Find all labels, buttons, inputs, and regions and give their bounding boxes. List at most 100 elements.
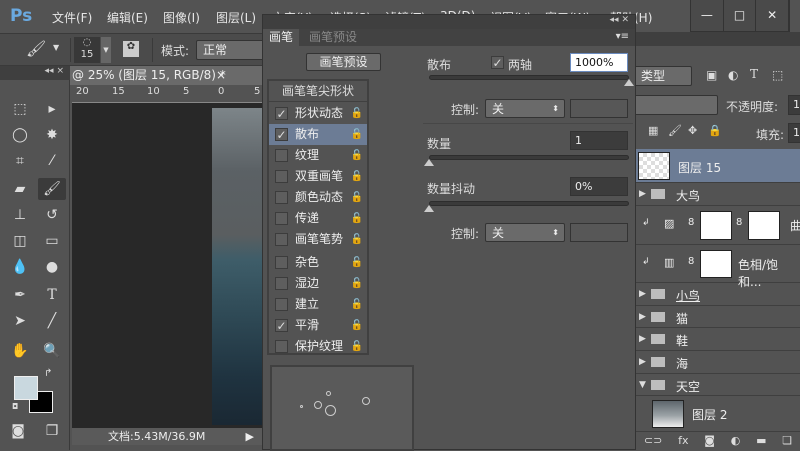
lock-icon[interactable]: 🔓 [351,103,363,124]
both-axes-checkbox[interactable]: ✓ [491,56,504,69]
document-image[interactable] [212,108,262,425]
option-checkbox[interactable] [275,256,288,269]
count-jitter-slider-thumb[interactable] [424,205,434,212]
brush-presets-button[interactable]: 画笔预设 [306,53,381,71]
lasso-tool-icon[interactable]: ◯ [8,124,32,146]
option-checkbox[interactable] [275,340,288,353]
brush-option-10[interactable]: 建立 🔓 [269,294,367,315]
opacity-input[interactable]: 100 [788,95,800,115]
screen-mode-icon[interactable]: ❐ [40,420,64,442]
clone-stamp-tool-icon[interactable]: ⊥ [8,204,32,226]
brush-option-11[interactable]: ✓ 平滑 🔓 [269,315,367,336]
close-document-icon[interactable]: × [216,66,226,85]
type-tool-icon[interactable]: T [40,284,64,306]
menu-file[interactable]: 文件(F) [52,9,92,26]
layer-row[interactable]: ↲ ▥ 8 色相/饱和... [636,245,800,289]
filter-type-icon[interactable]: T [750,67,758,81]
add-mask-icon[interactable]: ◙ [704,434,715,450]
lock-position-icon[interactable]: ✥ [688,124,697,137]
expand-arrow-icon[interactable]: ▶ [639,312,646,322]
brush-option-6[interactable]: 传递 🔓 [269,208,367,229]
menu-layer[interactable]: 图层(L) [216,9,256,26]
option-checkbox[interactable] [275,298,288,311]
expand-arrow-icon[interactable]: ▶ [639,189,646,199]
lock-icon[interactable]: 🔓 [351,124,363,145]
scatter-slider-thumb[interactable] [624,79,634,86]
close-icon[interactable]: × [56,66,64,76]
menu-edit[interactable]: 编辑(E) [107,9,148,26]
chevron-down-icon[interactable]: ▼ [101,37,111,63]
healing-brush-tool-icon[interactable]: ▰ [8,178,32,200]
option-checkbox[interactable]: ✓ [275,319,288,332]
swap-colors-icon[interactable]: ↱ [44,368,52,379]
panel-menu-icon[interactable]: ▾≡ [616,31,629,42]
lock-icon[interactable]: 🔓 [351,336,363,357]
layer-row[interactable]: ▶ 小鸟 [636,283,800,306]
brush-option-5[interactable]: 颜色动态 🔓 [269,187,367,208]
collapse-arrow-icon[interactable]: ▼ [639,380,646,390]
brush-option-7[interactable]: 画笔笔势 🔓 [269,229,367,250]
count-input[interactable]: 1 [570,131,628,150]
eyedropper-tool-icon[interactable]: ⁄ [40,150,64,172]
lock-pixels-icon[interactable]: 🖌 [668,124,682,137]
fx-icon[interactable]: fx [678,434,688,450]
fill-input[interactable]: 100 [788,123,800,143]
marquee-tool-icon[interactable]: ⬚ [8,98,32,120]
brush-option-8[interactable]: 杂色 🔓 [269,252,367,273]
filter-shape-icon[interactable]: ⬚ [772,68,783,82]
filter-adjustment-icon[interactable]: ◐ [728,68,738,82]
brush-tool-icon[interactable]: 🖌 [26,39,46,58]
line-tool-icon[interactable]: ╱ [40,310,64,332]
brush-tip-shape[interactable]: 画笔笔尖形状 [269,81,367,102]
brush-option-1[interactable]: ✓ 形状动态 🔓 [269,103,367,124]
layer-row[interactable]: ↲ ▨ 8 8 曲 [636,206,800,245]
option-checkbox[interactable] [275,277,288,290]
tab-brush[interactable]: 画笔 [263,29,300,46]
lock-icon[interactable]: 🔓 [351,208,363,229]
mode-select[interactable]: 正常 [196,40,266,60]
expand-arrow-icon[interactable]: ▶ [639,334,646,344]
option-checkbox[interactable] [275,170,288,183]
gradient-tool-icon[interactable]: ▭ [40,230,64,252]
menu-image[interactable]: 图像(I) [163,9,200,26]
new-group-icon[interactable]: ▬ [756,434,766,450]
blur-tool-icon[interactable]: 💧 [8,256,32,278]
brush-size-picker[interactable]: ◌ 15 [74,37,100,63]
scatter-input[interactable]: 1000% [570,53,628,72]
default-colors-icon[interactable]: ◘ [12,402,18,411]
layer-filter-kind-select[interactable]: 类型 [634,66,692,86]
brush-option-9[interactable]: 湿边 🔓 [269,273,367,294]
magic-wand-tool-icon[interactable]: ✸ [40,124,64,146]
option-checkbox[interactable] [275,149,288,162]
brush-tool-icon[interactable]: 🖌 [38,178,66,200]
panel-header[interactable]: ◂◂ ✕ [263,15,635,29]
tab-brush-presets[interactable]: 画笔预设 [303,29,363,46]
expand-arrow-icon[interactable]: ▶ [639,289,646,299]
option-checkbox[interactable] [275,191,288,204]
filter-pixel-icon[interactable]: ▣ [706,68,717,82]
layer-row[interactable]: ▶ 大鸟 [636,183,800,206]
foreground-color-swatch[interactable] [14,376,38,400]
quick-mask-icon[interactable]: ◙ [6,420,30,442]
control2-select[interactable]: 关 ⬍ [485,223,565,242]
lock-icon[interactable]: 🔓 [351,273,363,294]
new-layer-icon[interactable]: ❏ [782,434,792,450]
document-tab[interactable]: @ 25% (图层 15, RGB/8) * × [70,66,262,85]
layer-row[interactable]: ▶ 猫 [636,306,800,328]
link-layers-icon[interactable]: ⊂⊃ [644,434,662,450]
scatter-slider[interactable] [429,75,629,80]
dodge-tool-icon[interactable]: ● [40,256,64,278]
count-jitter-slider[interactable] [429,201,629,206]
zoom-tool-icon[interactable]: 🔍 [40,340,64,362]
lock-icon[interactable]: 🔓 [351,145,363,166]
count-slider-thumb[interactable] [424,159,434,166]
expand-arrow-icon[interactable]: ▶ [639,357,646,367]
adjustment-icon[interactable]: ◐ [731,434,741,450]
blend-mode-select[interactable] [634,95,718,115]
layer-row[interactable]: ▶ 海 [636,351,800,374]
path-selection-tool-icon[interactable]: ➤ [8,310,32,332]
lock-icon[interactable]: 🔓 [351,187,363,208]
maximize-button[interactable]: □ [724,0,757,31]
brush-option-2[interactable]: ✓ 散布 🔓 [269,124,367,145]
collapse-icon[interactable]: ◂◂ [45,66,54,76]
